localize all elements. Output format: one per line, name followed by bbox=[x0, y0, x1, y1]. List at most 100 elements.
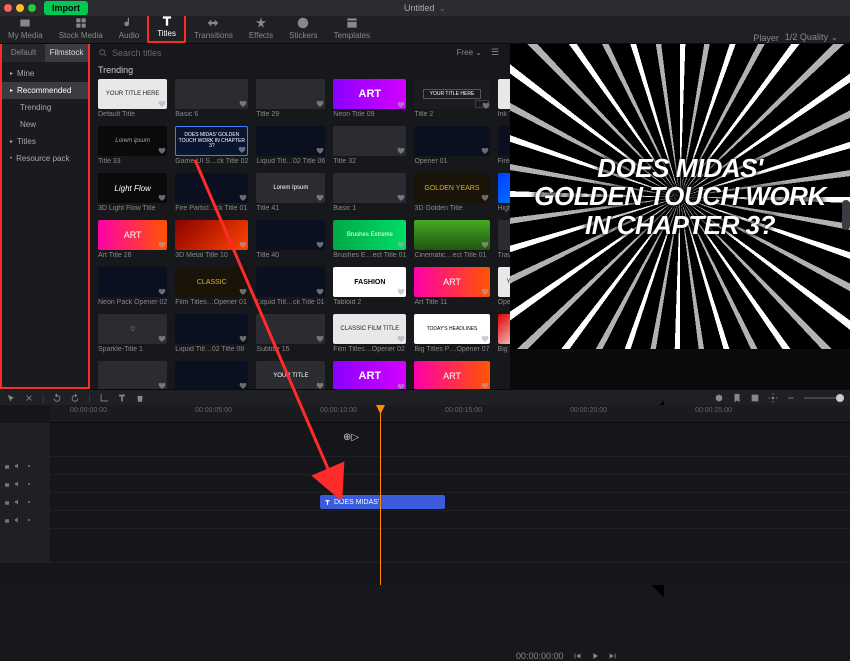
settings-icon[interactable] bbox=[768, 393, 778, 403]
sidebar-tab-filmstock[interactable]: Filmstock bbox=[45, 44, 88, 62]
title-item[interactable]: Opener 01 bbox=[414, 126, 489, 165]
preview-viewport[interactable]: DOES MIDAS' GOLDEN TOUCH WORK IN CHAPTER… bbox=[510, 44, 850, 349]
ruler-tick: 00:00:20:00 bbox=[570, 407, 607, 414]
next-button[interactable] bbox=[608, 651, 618, 661]
title-item[interactable]: Title 29 bbox=[256, 79, 325, 118]
title-item[interactable]: ♡Sparkle-Title 1 bbox=[98, 314, 167, 353]
title-item[interactable] bbox=[98, 361, 167, 389]
crop-icon[interactable] bbox=[99, 393, 109, 403]
delete-icon[interactable] bbox=[135, 393, 145, 403]
title-item[interactable] bbox=[175, 361, 248, 389]
project-title: Untitled⌄ bbox=[404, 3, 446, 14]
title-item[interactable]: Lorem ipsumTitle 33 bbox=[98, 126, 167, 165]
redo-icon[interactable] bbox=[70, 393, 80, 403]
timeline[interactable]: 00:00:00:0000:00:05:0000:00:10:0000:00:1… bbox=[0, 405, 850, 585]
title-item[interactable]: CLASSIC FILM TITLEFilm Titles…Opener 02 bbox=[333, 314, 406, 353]
sidebar-item-new[interactable]: New bbox=[2, 116, 88, 133]
title-item[interactable]: FASHIONTabloid 2 bbox=[333, 267, 406, 306]
title-item[interactable]: Light Flow3D Light Flow Title bbox=[98, 173, 167, 212]
player-label: Player bbox=[753, 33, 779, 43]
more-menu[interactable]: ☰ bbox=[488, 46, 502, 60]
track-head[interactable] bbox=[0, 493, 50, 510]
title-item[interactable]: Neon Pack Opener 02 bbox=[98, 267, 167, 306]
browser-scrollbar[interactable] bbox=[842, 200, 850, 230]
title-item[interactable]: ART bbox=[414, 361, 489, 389]
render-icon[interactable] bbox=[750, 393, 760, 403]
title-item[interactable]: INK TITLEInk Title1 bbox=[498, 79, 510, 118]
title-item[interactable]: YOUR TITLEMinimal Title 04 bbox=[256, 361, 325, 389]
title-item[interactable]: Liquid Titl…ck Title 01 bbox=[256, 267, 325, 306]
title-item[interactable]: YOUR TITLE HEREDefault Title bbox=[98, 79, 167, 118]
import-button[interactable]: Import bbox=[44, 1, 88, 15]
title-item[interactable]: CLASSICFilm Titles…Opener 01 bbox=[175, 267, 248, 306]
lock-icon[interactable] bbox=[3, 462, 11, 470]
ruler-tick: 00:00:00:00 bbox=[70, 407, 107, 414]
window-controls[interactable] bbox=[4, 4, 36, 12]
title-item[interactable]: Cinematic…ect Title 01 bbox=[414, 220, 489, 259]
title-item[interactable]: YOUR TITLE HEREOpener 1 bbox=[498, 267, 510, 306]
tab-stock-media[interactable]: Stock Media bbox=[51, 14, 111, 43]
zoom-out-icon[interactable] bbox=[786, 393, 796, 403]
title-clip[interactable]: DOES MIDAS' bbox=[320, 495, 445, 509]
tab-transitions[interactable]: Transitions bbox=[186, 14, 241, 43]
play-button[interactable] bbox=[590, 651, 600, 661]
title-item[interactable]: Basic 6 bbox=[175, 79, 248, 118]
sidebar-item-titles[interactable]: ▸Titles bbox=[2, 133, 88, 150]
tab-templates[interactable]: Templates bbox=[326, 14, 378, 43]
title-item[interactable]: ARTArt Title 26 bbox=[98, 220, 167, 259]
sidebar-item-recommended[interactable]: ▸Recommended bbox=[2, 82, 88, 99]
title-item[interactable]: Basic 1 bbox=[333, 173, 406, 212]
section-title: Trending bbox=[90, 61, 510, 79]
title-item[interactable]: DOES MIDAS' GOLDEN TOUCH WORK IN CHAPTER… bbox=[175, 126, 248, 165]
cursor-icon: ⊕▷ bbox=[343, 432, 359, 443]
sidebar-item-resource-pack[interactable]: •Resource pack bbox=[2, 150, 88, 167]
title-item[interactable]: 3D Metal Title 10 bbox=[175, 220, 248, 259]
title-item[interactable]: Brushes ExtremeBrushes E…ect Title 01 bbox=[333, 220, 406, 259]
title-item[interactable]: Fire Particl…ck Title 01 bbox=[175, 173, 248, 212]
mute-icon[interactable] bbox=[14, 462, 22, 470]
title-item[interactable]: Liquid Titl…02 Title 06 bbox=[256, 126, 325, 165]
eye-icon[interactable] bbox=[25, 462, 33, 470]
marker-icon[interactable] bbox=[732, 393, 742, 403]
prev-button[interactable] bbox=[572, 651, 582, 661]
tab-effects[interactable]: Effects bbox=[241, 14, 281, 43]
title-item[interactable]: Title 32 bbox=[333, 126, 406, 165]
mixer-icon[interactable] bbox=[714, 393, 724, 403]
track-head[interactable] bbox=[0, 457, 50, 474]
sidebar-item-trending[interactable]: Trending bbox=[2, 99, 88, 116]
title-item[interactable]: Liquid Titl…02 Title 08 bbox=[175, 314, 248, 353]
title-item[interactable]: High Tech…Opener 03 bbox=[498, 173, 510, 212]
quality-selector[interactable]: 1/2 Quality ⌄ bbox=[785, 32, 838, 43]
tab-my-media[interactable]: My Media bbox=[0, 14, 51, 43]
track-head[interactable] bbox=[0, 511, 50, 528]
filter-free[interactable]: Free ⌄ bbox=[457, 48, 482, 57]
title-item[interactable]: ART bbox=[333, 361, 406, 389]
preview-text: DOES MIDAS' GOLDEN TOUCH WORK IN CHAPTER… bbox=[534, 154, 825, 240]
title-item[interactable]: Title 40 bbox=[256, 220, 325, 259]
title-item[interactable]: TODAY'S HEADLINESBig Titles P…Opener 07 bbox=[414, 314, 489, 353]
title-icon bbox=[324, 499, 331, 506]
zoom-slider[interactable] bbox=[804, 397, 844, 399]
timeline-ruler[interactable]: 00:00:00:0000:00:05:0000:00:10:0000:00:1… bbox=[50, 405, 850, 423]
text-icon[interactable] bbox=[117, 393, 127, 403]
title-item[interactable]: Travel Chic - Title 2 bbox=[498, 220, 510, 259]
title-item[interactable]: Fire Particl…ck Title 11 bbox=[498, 126, 510, 165]
ruler-tick: 00:00:25:00 bbox=[695, 407, 732, 414]
title-item[interactable]: Subtitle 15 bbox=[256, 314, 325, 353]
arrow-tool-icon[interactable] bbox=[6, 393, 16, 403]
search-input[interactable]: Search titles bbox=[98, 48, 451, 58]
cut-tool-icon[interactable] bbox=[24, 393, 34, 403]
title-item[interactable]: ARTArt Title 11 bbox=[414, 267, 489, 306]
undo-icon[interactable] bbox=[52, 393, 62, 403]
sidebar-item-mine[interactable]: ▸Mine bbox=[2, 65, 88, 82]
title-item[interactable]: ARTNeon Title 09 bbox=[333, 79, 406, 118]
tab-stickers[interactable]: Stickers bbox=[281, 14, 325, 43]
tab-audio[interactable]: Audio bbox=[111, 14, 147, 43]
track-head[interactable] bbox=[0, 475, 50, 492]
title-item[interactable]: Lorem IpsumTitle 41 bbox=[256, 173, 325, 212]
title-item[interactable]: GOLDEN YEARS3D Golden Title bbox=[414, 173, 489, 212]
sidebar-tab-default[interactable]: Default bbox=[2, 44, 45, 62]
playhead[interactable] bbox=[380, 405, 381, 585]
title-item[interactable]: YOUR TITLE HERETitle 2 bbox=[414, 79, 489, 118]
title-item[interactable]: BIG TITLEBig Titles Pack Title 03 bbox=[498, 314, 510, 353]
